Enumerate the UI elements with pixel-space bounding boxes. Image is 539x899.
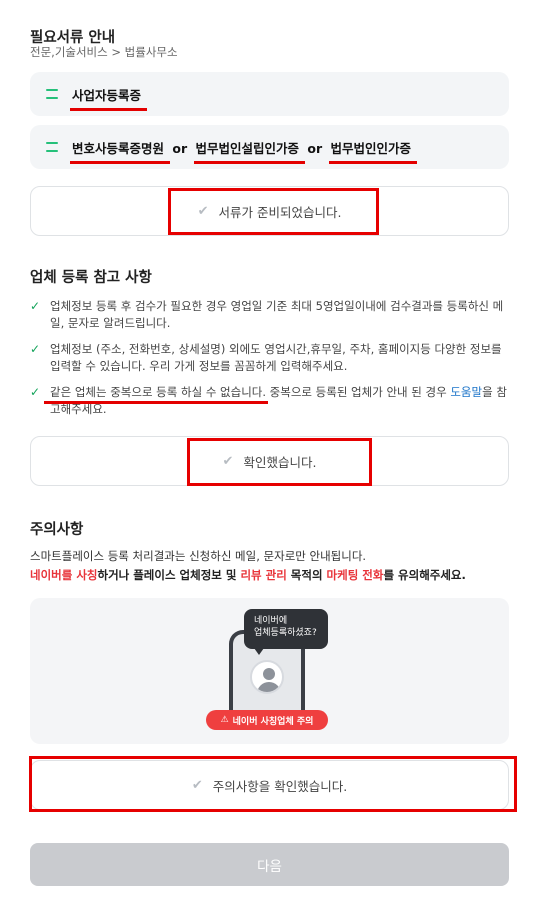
caution-line-2: 네이버를 사칭하거나 플레이스 업체정보 및 리뷰 관리 목적의 마케팅 전화를… [30, 568, 466, 582]
impersonation-warning-badge: ⚠ 네이버 사칭업체 주의 [206, 710, 328, 730]
docs-category-breadcrumb: 전문,기술서비스 > 법률사무소 [30, 45, 178, 59]
annotation-box [187, 438, 372, 486]
doc-card-business-registration: 사업자등록증 [30, 72, 509, 116]
reference-item: ✓ 업체정보 등록 후 검수가 필요한 경우 영업일 기준 최대 5영업일이내에… [30, 299, 504, 330]
duplicate-warning-text: 같은 업체는 중복으로 등록 하실 수 없습니다. [50, 385, 267, 399]
help-link[interactable]: 도움말 [450, 385, 482, 399]
check-icon: ✓ [30, 299, 41, 313]
reference-title: 업체 등록 참고 사항 [30, 270, 152, 286]
reference-item: ✓ 같은 업체는 중복으로 등록 하실 수 없습니다. 중복으로 등록된 업체가… [30, 385, 507, 416]
caution-title: 주의사항 [30, 522, 84, 538]
document-list-icon [46, 89, 58, 99]
annotation-box [168, 188, 379, 235]
or-text: or [307, 140, 323, 156]
doc-name-law-firm-establishment: 법무법인설립인가증 [193, 138, 305, 164]
doc-card-lawyer-certificates: 변호사등록증명원 or 법무법인설립인가증 or 법무법인인가증 [30, 125, 509, 169]
reference-item: ✓ 업체정보 (주소, 전화번호, 상세설명) 외에도 영업시간,휴무일, 주차… [30, 342, 502, 373]
caution-line-1: 스마트플레이스 등록 처리결과는 신청하신 메일, 문자로만 안내됩니다. [30, 549, 367, 563]
annotation-box [29, 756, 517, 812]
doc-name-law-firm-approval: 법무법인인가증 [328, 138, 417, 164]
doc-name-lawyer-registration: 변호사등록증명원 [69, 138, 171, 164]
speech-bubble: 네이버에 업체등록하셨죠? [244, 609, 328, 655]
next-button[interactable]: 다음 [30, 843, 509, 886]
or-text: or [172, 140, 188, 156]
document-list-icon [46, 142, 58, 152]
doc-name-business-registration: 사업자등록증 [69, 85, 148, 111]
check-icon: ✓ [30, 342, 41, 356]
warning-icon: ⚠ [220, 715, 229, 725]
impersonation-illustration: 네이버에 업체등록하셨죠? ⚠ 네이버 사칭업체 주의 [30, 598, 509, 744]
check-icon: ✓ [30, 385, 41, 399]
user-avatar-icon [250, 660, 284, 694]
